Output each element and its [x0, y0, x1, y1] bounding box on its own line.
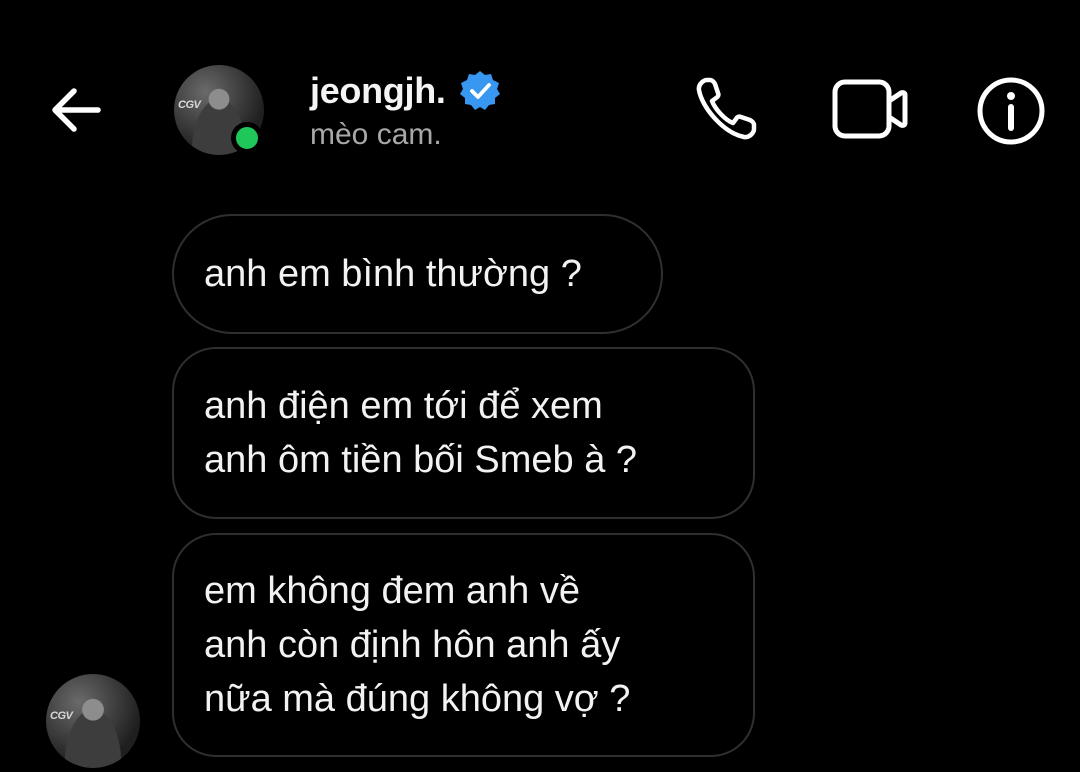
verified-badge-icon [459, 71, 500, 110]
arrow-left-icon[interactable] [46, 80, 106, 140]
phone-icon[interactable] [694, 76, 758, 142]
username: jeongjh. [310, 70, 446, 111]
message-bubble[interactable]: em không đem anh về anh còn định hôn anh… [172, 533, 755, 757]
username-row[interactable]: jeongjh. [310, 66, 502, 116]
message-thread: anh em bình thường ? anh điện em tới để … [0, 190, 1080, 772]
avatar-badge-text: CGV [50, 709, 73, 722]
sender-avatar[interactable]: CGV [46, 674, 140, 768]
online-status-dot [231, 122, 263, 154]
chat-header: CGV jeongjh. mèo cam. [0, 0, 1080, 190]
subtitle: mèo cam. [310, 118, 442, 151]
message-bubble[interactable]: anh em bình thường ? [172, 214, 663, 334]
info-icon[interactable] [976, 76, 1046, 146]
avatar-badge-text: CGV [178, 99, 201, 112]
video-camera-icon[interactable] [832, 78, 908, 140]
message-bubble[interactable]: anh điện em tới để xem anh ôm tiền bối S… [172, 347, 755, 519]
